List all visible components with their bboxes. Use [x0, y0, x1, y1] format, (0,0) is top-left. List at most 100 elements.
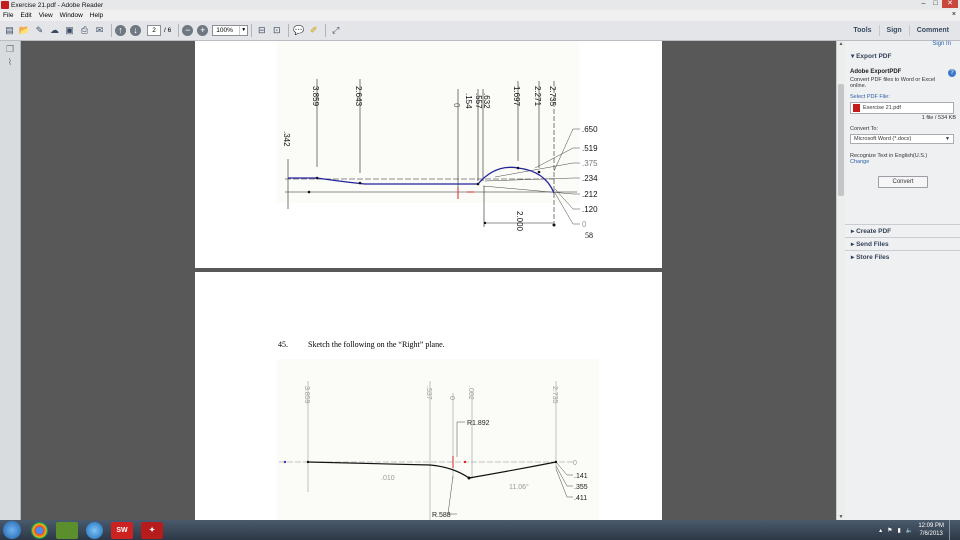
taskbar: SW ✦ ▴ ⚑ ▮ 🔈 12:09 PM 7/6/2013: [0, 520, 960, 540]
create-pdf-header[interactable]: ▸ Create PDF: [845, 224, 960, 237]
sketch-point: [537, 170, 541, 174]
clock-date: 7/6/2013: [919, 531, 943, 537]
store-files-header[interactable]: ▸ Store Files: [845, 250, 960, 263]
right-label-0: 0: [573, 460, 577, 467]
pages-icon[interactable]: ❐: [5, 44, 15, 54]
dim-0-002: .002: [467, 386, 474, 400]
zoom-select[interactable]: 100% ▼: [212, 25, 249, 36]
sketch-point: [306, 460, 310, 464]
sketch-point: [552, 223, 556, 227]
tools-panel: Sign In ▾ Export PDF Adobe ExportPDF ? C…: [845, 41, 960, 520]
zoom-out-icon[interactable]: −: [182, 25, 194, 36]
menu-edit[interactable]: Edit: [20, 12, 31, 19]
page-number: 58: [585, 231, 593, 240]
dim-0-154: .154: [464, 93, 473, 109]
adobe-reader-icon: [1, 1, 9, 9]
sketch-point: [483, 221, 487, 225]
separator: [325, 24, 327, 37]
separator: [288, 24, 290, 37]
menu-file[interactable]: File: [3, 12, 13, 19]
zoom-in-icon[interactable]: +: [197, 25, 209, 36]
network-icon[interactable]: ▮: [898, 527, 901, 534]
create-pdf-label: Create PDF: [856, 228, 892, 235]
right-tabs: Tools Sign Comment: [846, 25, 956, 36]
sketch-point: [476, 182, 480, 186]
sketch-point: [358, 181, 362, 185]
convert-to-label: Convert To:: [850, 126, 879, 132]
convert-to-select[interactable]: Microsoft Word (*.docx) ▼: [850, 134, 954, 144]
cloud-icon[interactable]: ☁: [48, 24, 61, 37]
show-desktop-button[interactable]: [949, 520, 956, 540]
menu-window[interactable]: Window: [60, 12, 83, 19]
page-up-icon[interactable]: ↑: [115, 25, 126, 36]
chrome-icon[interactable]: [31, 521, 48, 539]
save-icon[interactable]: ▣: [63, 24, 76, 37]
tab-sign[interactable]: Sign: [878, 25, 909, 36]
dim-0-342: .342: [282, 131, 291, 147]
volume-icon[interactable]: 🔈: [906, 527, 913, 534]
export-description: Convert PDF files to Word or Excel onlin…: [850, 77, 936, 89]
export-pdf-header[interactable]: ▾ Export PDF: [845, 50, 960, 63]
document-close-button[interactable]: ×: [952, 11, 956, 18]
dim-right-375: .375: [582, 159, 598, 168]
highlight-icon[interactable]: ✐: [307, 24, 320, 37]
page-down-icon[interactable]: ↓: [130, 25, 141, 36]
problem-statement: 45. Sketch the following on the “Right” …: [278, 340, 445, 349]
dim-2-271: 2.271: [533, 86, 542, 107]
menu-help[interactable]: Help: [90, 12, 103, 19]
send-files-header[interactable]: ▸ Send Files: [845, 237, 960, 250]
flag-icon[interactable]: ⚑: [887, 527, 892, 534]
edit-icon[interactable]: ✎: [33, 24, 46, 37]
toolbar: ▤ 📂 ✎ ☁ ▣ ⎙ ✉ ↑ ↓ 2 / 6 − + 100% ▼ ⊟ ⊡ 💬 …: [0, 21, 960, 41]
separator: [178, 24, 180, 37]
print-icon[interactable]: ⎙: [78, 24, 91, 37]
open-icon[interactable]: 📂: [18, 24, 31, 37]
file-name: Exercise 21.pdf: [863, 105, 901, 111]
solidworks-icon[interactable]: SW: [111, 521, 133, 539]
document-area[interactable]: 3.859 2.643 .154 0 .632 .557 1.697 2.271…: [21, 41, 836, 520]
email-icon[interactable]: ✉: [93, 24, 106, 37]
tray-expand-icon[interactable]: ▴: [879, 527, 882, 534]
minecraft-icon[interactable]: [56, 521, 78, 539]
convert-to-value: Microsoft Word (*.docx): [854, 136, 912, 142]
title-bar: Exercise 21.pdf - Adobe Reader – □ ✕: [0, 0, 960, 10]
menu-bar: File Edit View Window Help: [0, 10, 960, 21]
vertical-scrollbar[interactable]: ▲ ▼: [836, 41, 845, 520]
window-title: Exercise 21.pdf - Adobe Reader: [11, 1, 104, 9]
dim-right-120: .120: [582, 205, 598, 214]
create-icon[interactable]: ▤: [3, 24, 16, 37]
sign-in-link[interactable]: Sign In: [932, 41, 951, 47]
change-link[interactable]: Change: [850, 159, 956, 165]
drawing-background: [277, 359, 599, 520]
scroll-up-icon[interactable]: ▲: [837, 41, 845, 47]
fit-page-icon[interactable]: ⊟: [255, 24, 268, 37]
minimize-button[interactable]: –: [918, 0, 929, 8]
sketch-point: [554, 460, 558, 464]
help-icon[interactable]: ?: [948, 69, 956, 77]
acrobat-icon[interactable]: ✦: [141, 521, 163, 539]
page-number-input[interactable]: 2: [147, 25, 161, 36]
dim-3-859: 3.859: [311, 86, 320, 107]
comment-icon[interactable]: 💬: [292, 24, 305, 37]
sketch-point: [467, 476, 471, 480]
tab-tools[interactable]: Tools: [846, 25, 878, 36]
fit-width-icon[interactable]: ⊡: [270, 24, 283, 37]
convert-button[interactable]: Convert: [878, 176, 928, 188]
expand-icon[interactable]: ⤢: [329, 24, 342, 37]
tab-comment[interactable]: Comment: [908, 25, 956, 36]
export-pdf-label: Export PDF: [856, 53, 892, 60]
file-box[interactable]: Exercise 21.pdf: [850, 102, 954, 114]
scroll-thumb[interactable]: [838, 84, 844, 196]
attachment-icon[interactable]: ⌇: [5, 57, 15, 67]
chevron-down-icon: ▼: [945, 136, 950, 142]
start-button[interactable]: [3, 521, 21, 539]
drawing-exercise-45: 3.859 .537 0 .002 2.735 .010 11.06° 0 R1…: [277, 359, 599, 520]
close-button[interactable]: ✕: [942, 0, 958, 8]
clock[interactable]: 12:09 PM 7/6/2013: [918, 522, 944, 538]
maximize-button[interactable]: □: [930, 0, 941, 8]
angle-label-1: .010: [381, 475, 395, 482]
safari-icon[interactable]: [86, 521, 103, 539]
menu-view[interactable]: View: [39, 12, 53, 19]
export-pdf-body: Adobe ExportPDF ? Convert PDF files to W…: [850, 69, 956, 188]
separator: [251, 24, 253, 37]
